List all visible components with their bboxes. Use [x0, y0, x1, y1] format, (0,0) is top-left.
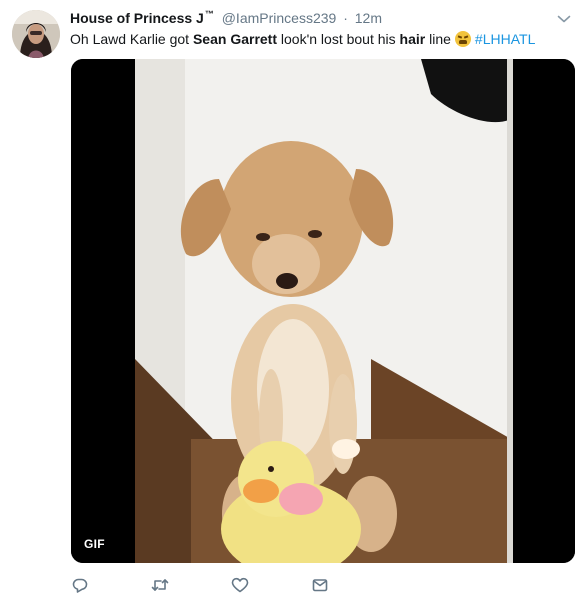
author-name[interactable]: House of Princess J™	[70, 9, 214, 26]
bold-text: hair	[399, 31, 426, 47]
weary-face-emoji	[454, 31, 471, 47]
trademark-symbol: ™	[204, 9, 214, 19]
separator-dot: ·	[343, 10, 348, 26]
timestamp[interactable]: 12m	[355, 10, 382, 26]
gif-badge: GIF	[80, 534, 109, 555]
heart-icon[interactable]	[230, 575, 250, 595]
bold-text: Sean Garrett	[192, 31, 278, 47]
tweet: House of Princess J™ @IamPrincess239 · 1…	[0, 0, 587, 604]
envelope-icon[interactable]	[310, 575, 330, 595]
puppy-gif-frame	[71, 59, 575, 563]
avatar[interactable]	[12, 10, 60, 58]
tweet-actions	[70, 575, 390, 595]
tweet-header: House of Princess J™ @IamPrincess239 · 1…	[70, 9, 547, 28]
reply-icon[interactable]	[70, 575, 90, 595]
author-handle[interactable]: @IamPrincess239	[222, 10, 337, 26]
hashtag-link[interactable]: #LHHATL	[475, 31, 535, 47]
gif-media[interactable]: GIF	[71, 59, 575, 563]
chevron-down-icon[interactable]	[557, 12, 571, 24]
avatar-image	[12, 10, 60, 58]
retweet-icon[interactable]	[150, 575, 170, 595]
tweet-text: Oh Lawd Karlie got Sean Garrett look'n l…	[70, 31, 536, 47]
